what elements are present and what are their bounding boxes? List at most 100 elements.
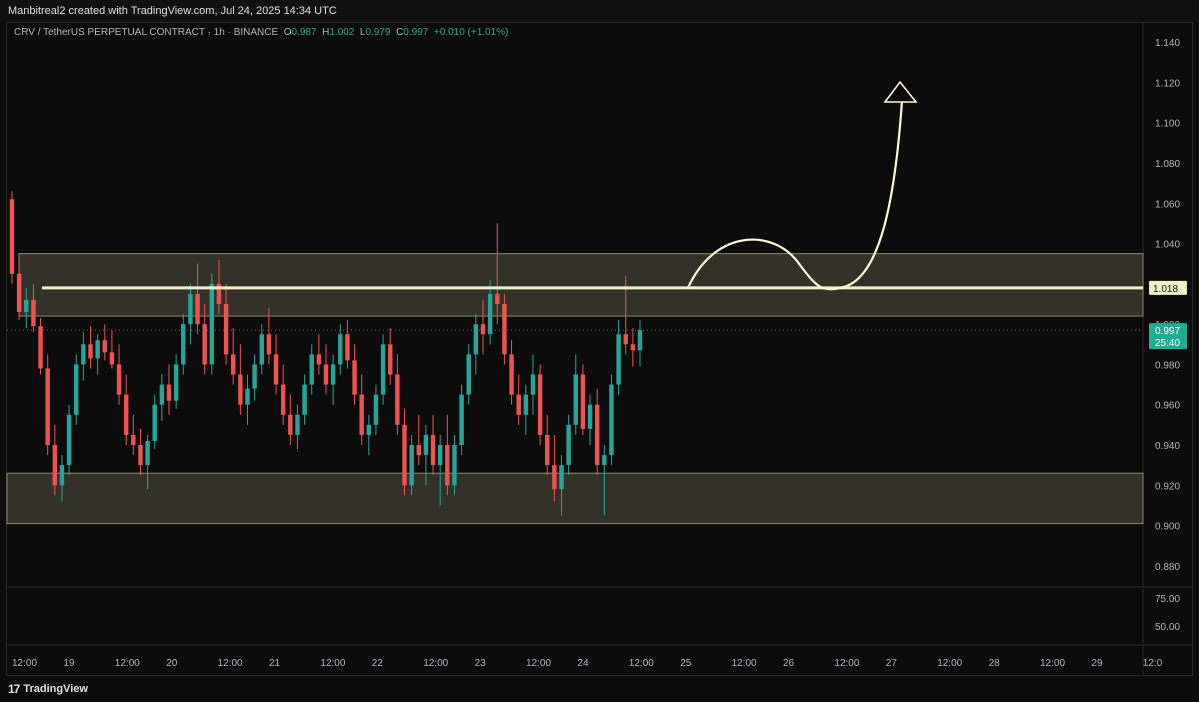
candle-body xyxy=(266,334,272,355)
key-level-price-label: 1.018 xyxy=(1153,284,1178,295)
price-axis-label: 1.100 xyxy=(1155,119,1180,130)
candle-body xyxy=(116,364,122,395)
candle-body xyxy=(302,384,307,415)
time-axis-label: 27 xyxy=(886,658,898,669)
candle-body xyxy=(309,354,314,385)
time-axis-label: 12:0 xyxy=(1143,658,1163,669)
bar-countdown-label: 25:40 xyxy=(1155,338,1180,349)
candle-body xyxy=(95,340,100,359)
price-axis-label: 0.960 xyxy=(1155,401,1180,412)
support-zone[interactable] xyxy=(6,472,1144,525)
candle-body xyxy=(609,384,614,456)
time-axis-label: 12:00 xyxy=(937,658,962,669)
candle-body xyxy=(594,404,600,466)
projection-arrowhead-icon xyxy=(883,80,918,103)
time-axis-label: 25 xyxy=(680,658,692,669)
price-axis-label: 0.900 xyxy=(1155,522,1180,533)
time-axis-label: 20 xyxy=(166,658,178,669)
candle-body xyxy=(352,360,357,395)
candle-body xyxy=(530,374,536,395)
candle-body xyxy=(366,424,372,435)
candle-body xyxy=(423,434,429,456)
candle-body xyxy=(623,334,628,345)
price-axis-label: 1.080 xyxy=(1155,159,1180,170)
candle-body xyxy=(31,299,36,327)
tradingview-logo-icon: 17 xyxy=(8,682,20,696)
candle-body xyxy=(159,384,165,405)
open-value: 0.987 xyxy=(291,27,317,38)
time-axis-label: 26 xyxy=(783,658,795,669)
candle-body xyxy=(388,344,393,375)
candle-body xyxy=(380,344,386,395)
tradingview-brand[interactable]: 17 TradingView xyxy=(8,682,88,696)
candle-body xyxy=(445,445,450,486)
price-chart[interactable]: 1.140 1.120 1.100 1.080 1.060 1.040 0.980 0.960… xyxy=(0,0,1199,702)
time-axis-label: 29 xyxy=(1091,658,1103,669)
candle-body xyxy=(509,354,514,395)
candle-body xyxy=(487,293,493,335)
candle-body xyxy=(452,445,457,486)
price-axis-label: 1.140 xyxy=(1155,38,1180,49)
time-axis-label: 22 xyxy=(372,658,384,669)
price-axis-label: 1.060 xyxy=(1155,199,1180,210)
time-axis-label: 12:00 xyxy=(629,658,654,669)
candle-body xyxy=(409,445,414,486)
price-axis-label: 1.120 xyxy=(1155,78,1180,89)
time-axis-label: 24 xyxy=(577,658,589,669)
low-value: 0.979 xyxy=(365,27,391,38)
candle-body xyxy=(373,394,379,425)
time-axis-label: 12:00 xyxy=(320,658,345,669)
candle-body xyxy=(223,304,229,355)
candle-body xyxy=(616,334,621,385)
candle-body xyxy=(502,304,507,355)
candle-body xyxy=(430,434,436,466)
candle-body xyxy=(166,384,172,401)
indicator-axis-label: 75.00 xyxy=(1155,594,1180,605)
candle-body xyxy=(566,424,571,466)
candle-body xyxy=(573,374,578,425)
candle-body xyxy=(359,394,364,435)
candle-body xyxy=(495,293,500,304)
candle-body xyxy=(402,424,407,486)
candle-body xyxy=(45,368,50,445)
symbol-legend: CRV / TetherUS PERPETUAL CONTRACT · 1h ·… xyxy=(14,27,508,38)
candle-body xyxy=(231,354,236,375)
time-axis-label: 23 xyxy=(475,658,487,669)
candle-body xyxy=(9,199,15,274)
candle-body xyxy=(288,414,293,435)
candle-body xyxy=(466,354,471,395)
candle-body xyxy=(152,404,157,441)
candle-body xyxy=(295,414,300,435)
time-axis-label: 12:00 xyxy=(115,658,140,669)
resistance-zone[interactable] xyxy=(18,253,1144,317)
candle-body xyxy=(516,394,521,415)
time-axis-label: 12:00 xyxy=(423,658,448,669)
candle-body xyxy=(109,352,115,365)
candle-body xyxy=(395,374,400,425)
candle-body xyxy=(123,394,129,435)
candle-body xyxy=(259,334,264,365)
candle-body xyxy=(480,324,486,335)
candle-body xyxy=(630,344,636,351)
candle-body xyxy=(238,374,243,405)
current-price-label: 0.997 xyxy=(1155,326,1180,337)
candle-body xyxy=(252,364,257,389)
candle-body xyxy=(523,394,529,415)
candle-body xyxy=(473,324,479,355)
candle-body xyxy=(195,293,200,325)
footer xyxy=(0,676,1199,702)
high-value: 1.002 xyxy=(329,27,355,38)
price-axis-label: 0.980 xyxy=(1155,360,1180,371)
time-axis-label: 12:00 xyxy=(1040,658,1065,669)
candle-body xyxy=(559,465,564,490)
candle-body xyxy=(637,330,643,351)
candle-body xyxy=(66,414,72,466)
candle-body xyxy=(74,364,79,415)
candle-body xyxy=(138,445,143,466)
price-axis-label: 0.920 xyxy=(1155,481,1180,492)
candle-body xyxy=(338,334,343,365)
time-axis-label: 12:00 xyxy=(12,658,37,669)
candle-body xyxy=(81,344,86,365)
candle-body xyxy=(24,299,29,313)
candle-body xyxy=(437,445,443,466)
